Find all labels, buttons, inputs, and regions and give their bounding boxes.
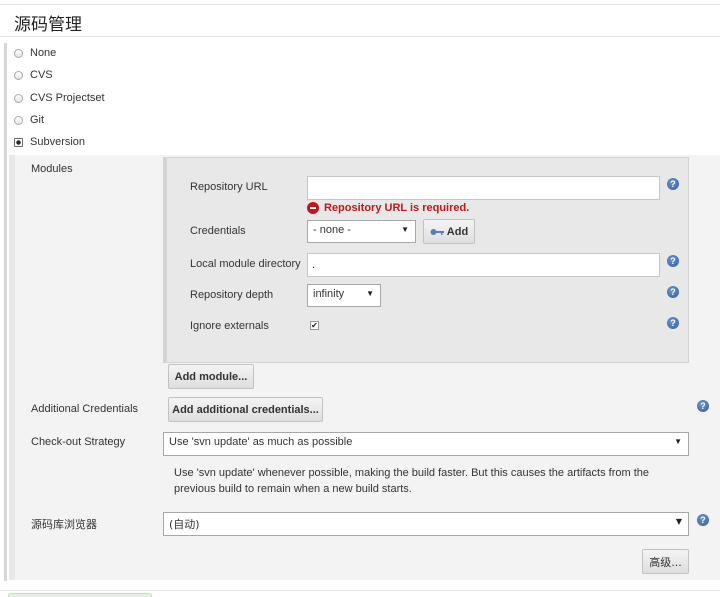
add-additional-credentials-button[interactable]: Add additional credentials... (168, 397, 323, 422)
bottom-divider (0, 590, 720, 591)
key-icon (430, 228, 444, 235)
chevron-down-icon: ▼ (366, 289, 374, 298)
chevron-down-icon: ▼ (401, 225, 409, 234)
repository-url-input[interactable] (307, 176, 660, 200)
credentials-label: Credentials (190, 225, 246, 237)
scm-option-subversion[interactable]: Subversion (14, 133, 85, 151)
add-credentials-button[interactable]: Add (423, 219, 475, 244)
checkout-strategy-label: Check-out Strategy (31, 436, 126, 448)
radio-none[interactable] (14, 48, 23, 58)
ignore-externals-label: Ignore externals (190, 320, 269, 332)
credentials-selected: - none - (313, 224, 351, 236)
local-module-label: Local module directory (190, 258, 301, 270)
error-text: Repository URL is required. (324, 202, 470, 214)
help-icon[interactable]: ? (697, 514, 709, 526)
section-title: 源码管理 (14, 15, 82, 35)
checkout-strategy-description: Use 'svn update' whenever possible, maki… (174, 467, 650, 495)
ignore-externals-checkbox[interactable]: ✔ (310, 321, 319, 330)
depth-selected: infinity (313, 288, 345, 300)
checkout-strategy-selected: Use 'svn update' as much as possible (169, 436, 353, 448)
scm-option-none[interactable]: None (14, 44, 56, 62)
credentials-select[interactable]: - none - ▼ (307, 220, 416, 243)
help-icon[interactable]: ? (667, 255, 679, 267)
help-icon[interactable]: ? (697, 400, 709, 412)
repo-browser-select[interactable]: (自动) ▼ (163, 512, 689, 536)
scm-option-cvs[interactable]: CVS (14, 66, 53, 84)
help-icon[interactable]: ? (667, 178, 679, 190)
add-module-button[interactable]: Add module... (168, 364, 254, 389)
title-divider (0, 36, 720, 37)
radio-git[interactable] (14, 115, 23, 125)
modules-label: Modules (31, 163, 73, 175)
subversion-panel-bar (9, 155, 15, 580)
help-icon[interactable]: ? (667, 286, 679, 298)
scm-option-cvs-projectset[interactable]: CVS Projectset (14, 89, 105, 107)
chevron-down-icon: ▼ (674, 437, 682, 446)
additional-credentials-label: Additional Credentials (31, 403, 139, 415)
radio-subversion[interactable] (14, 137, 23, 147)
advanced-button[interactable]: 高级... (642, 549, 689, 574)
repo-browser-label: 源码库浏览器 (31, 518, 97, 531)
local-module-input[interactable] (307, 253, 660, 277)
module-box-bar (163, 157, 167, 363)
depth-label: Repository depth (190, 289, 274, 301)
scm-option-label: Git (30, 114, 45, 126)
next-section-edge (8, 593, 152, 597)
repo-browser-selected: (自动) (169, 518, 200, 531)
depth-select[interactable]: infinity ▼ (307, 284, 381, 307)
radio-cvs[interactable] (14, 70, 23, 80)
error-icon (307, 202, 319, 214)
add-button-label: Add (446, 225, 469, 238)
top-divider (0, 4, 720, 5)
scm-section-bar (4, 43, 7, 581)
chevron-down-icon: ▼ (675, 517, 682, 526)
scm-option-label: CVS (30, 69, 53, 81)
repository-url-label: Repository URL (190, 181, 268, 193)
help-icon[interactable]: ? (667, 317, 679, 329)
checkout-strategy-select[interactable]: Use 'svn update' as much as possible ▼ (163, 432, 689, 456)
scm-option-label: Subversion (30, 136, 86, 148)
scm-option-label: None (30, 47, 57, 59)
scm-option-git[interactable]: Git (14, 111, 44, 129)
scm-option-label: CVS Projectset (30, 92, 105, 104)
repository-url-error: Repository URL is required. (307, 202, 469, 214)
radio-cvs-projectset[interactable] (14, 93, 23, 103)
